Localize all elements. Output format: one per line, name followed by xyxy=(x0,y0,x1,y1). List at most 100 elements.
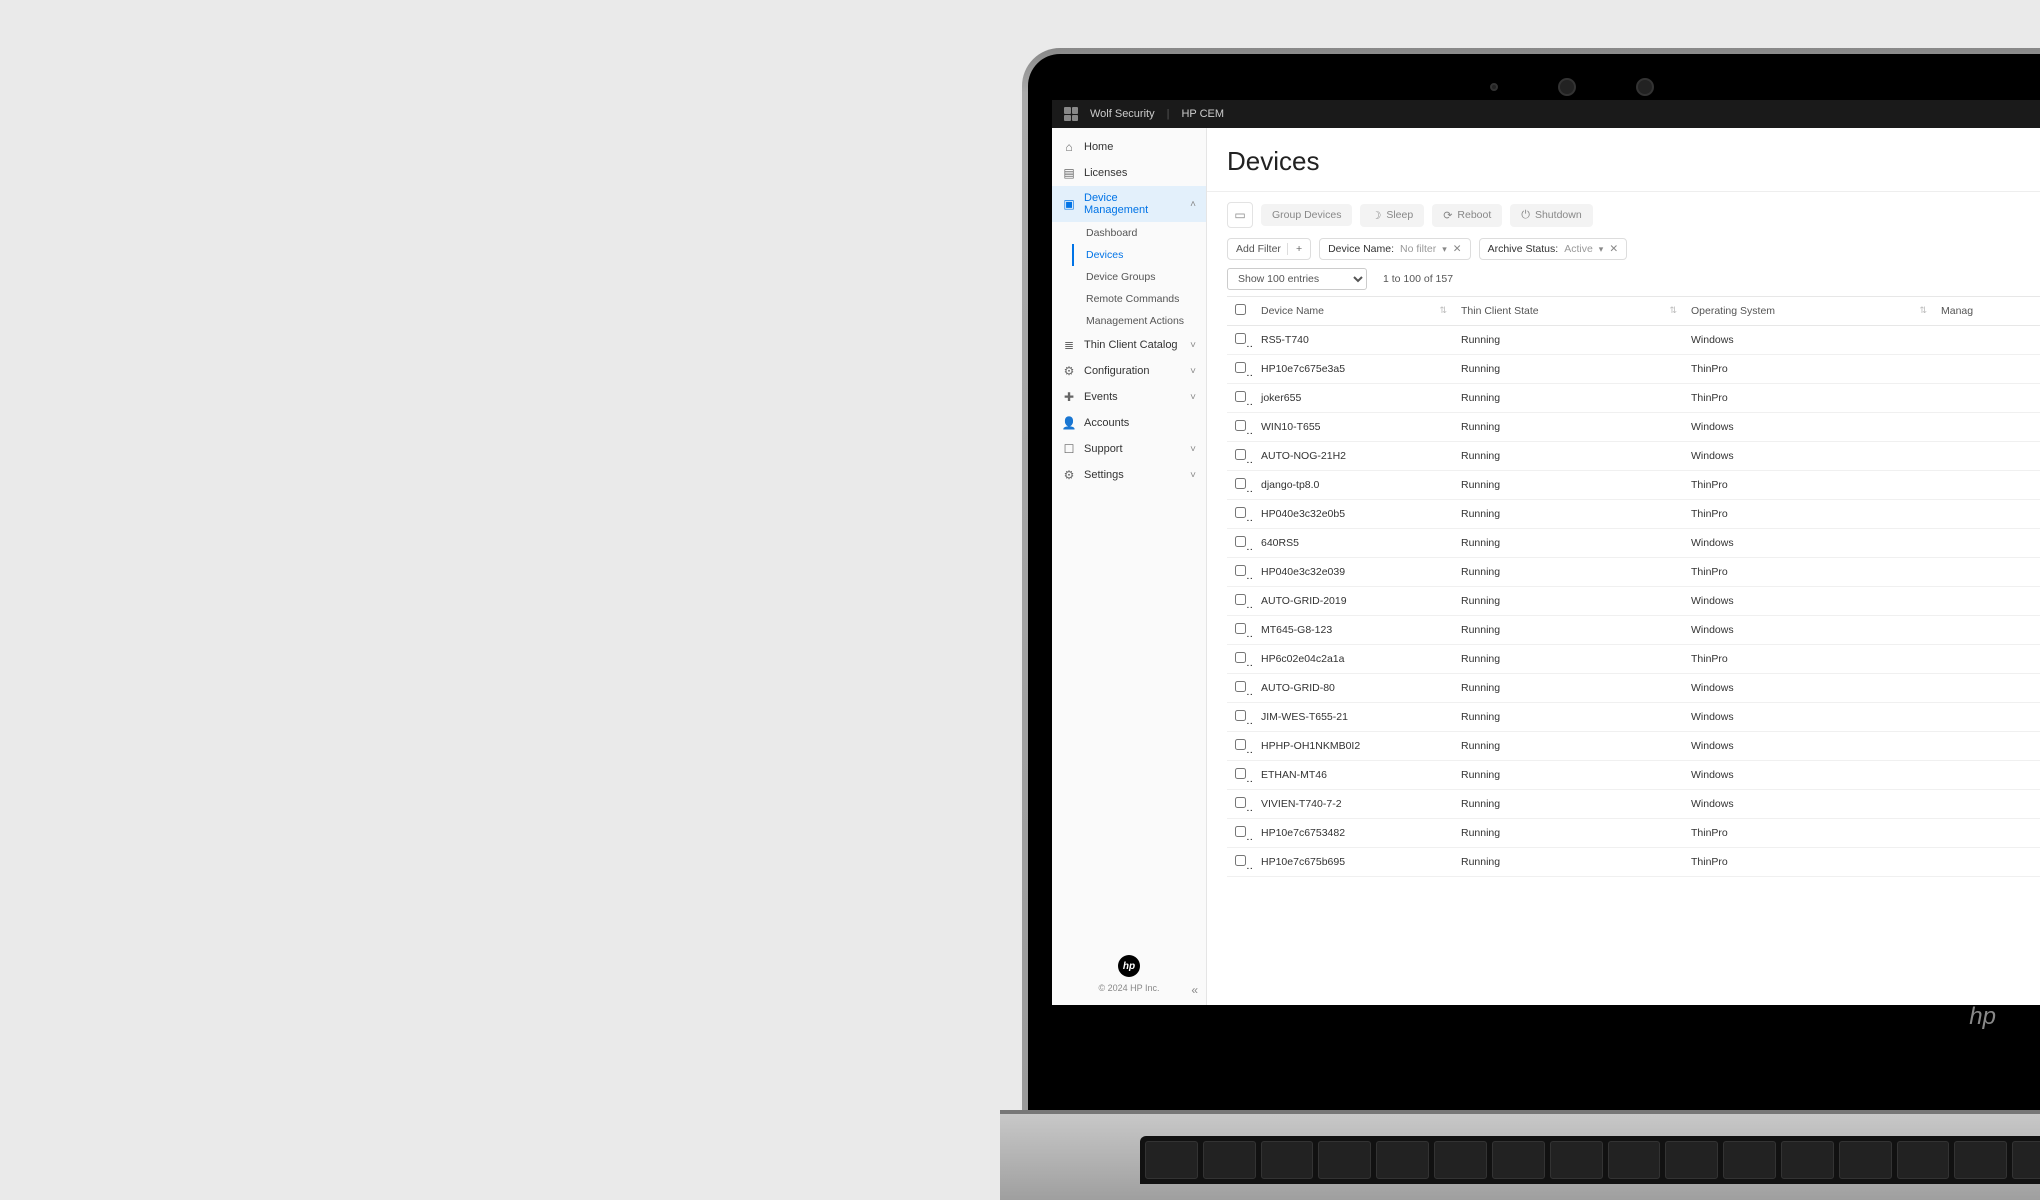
row-checkbox[interactable] xyxy=(1227,790,1253,819)
table-row[interactable]: VIVIEN-T740-7-2RunningWindows xyxy=(1227,790,2040,819)
sidebar-subitem-management-actions[interactable]: Management Actions xyxy=(1072,310,1206,332)
row-checkbox[interactable] xyxy=(1227,616,1253,645)
table-row[interactable]: JIM-WES-T655-21RunningWindows xyxy=(1227,703,2040,732)
filter-chip[interactable]: Device Name: No filter▾✕ xyxy=(1319,238,1470,260)
close-icon[interactable]: ✕ xyxy=(1453,243,1462,255)
cell-manag xyxy=(1933,703,2040,732)
devices-table: Device Name⇅ Thin Client State⇅ Operatin… xyxy=(1227,296,2040,877)
license-icon: ▤ xyxy=(1062,166,1076,180)
row-checkbox[interactable] xyxy=(1227,587,1253,616)
table-row[interactable]: django-tp8.0RunningThinPro xyxy=(1227,471,2040,500)
brand-app-2[interactable]: HP CEM xyxy=(1181,108,1224,120)
sidebar-subitem-dashboard[interactable]: Dashboard xyxy=(1072,222,1206,244)
select-all-header[interactable] xyxy=(1227,297,1253,326)
brand-app-1[interactable]: Wolf Security xyxy=(1090,108,1155,120)
row-checkbox[interactable] xyxy=(1227,355,1253,384)
table-row[interactable]: WIN10-T655RunningWindows xyxy=(1227,413,2040,442)
cell-os: ThinPro xyxy=(1683,819,1933,848)
cell-os: ThinPro xyxy=(1683,384,1933,413)
cell-manag xyxy=(1933,442,2040,471)
sidebar-collapse-icon[interactable]: « xyxy=(1191,983,1198,997)
table-row[interactable]: HPHP-OH1NKMB0I2RunningWindows xyxy=(1227,732,2040,761)
cell-device-name: AUTO-GRID-2019 xyxy=(1253,587,1453,616)
top-bar: Wolf Security | HP CEM xyxy=(1052,100,2040,128)
sidebar-footer: hp © 2024 HP Inc. « xyxy=(1052,943,1206,1005)
sidebar-item-accounts[interactable]: 👤Accounts xyxy=(1052,410,1206,436)
row-checkbox[interactable] xyxy=(1227,413,1253,442)
table-row[interactable]: AUTO-GRID-80RunningWindows xyxy=(1227,674,2040,703)
sidebar-item-configuration[interactable]: ⚙Configuration˅ xyxy=(1052,358,1206,384)
col-state[interactable]: Thin Client State⇅ xyxy=(1453,297,1683,326)
sidebar-item-device-management[interactable]: ▣Device Management˄ xyxy=(1052,186,1206,222)
row-checkbox[interactable] xyxy=(1227,326,1253,355)
sidebar-item-thin-client-catalog[interactable]: ≣Thin Client Catalog˅ xyxy=(1052,332,1206,358)
row-checkbox[interactable] xyxy=(1227,471,1253,500)
row-checkbox[interactable] xyxy=(1227,529,1253,558)
plus-icon: + xyxy=(1287,243,1302,255)
row-checkbox[interactable] xyxy=(1227,384,1253,413)
sidebar-item-settings[interactable]: ⚙Settings˅ xyxy=(1052,462,1206,488)
sidebar-subitem-devices[interactable]: Devices xyxy=(1072,244,1206,266)
col-device-name[interactable]: Device Name⇅ xyxy=(1253,297,1453,326)
sidebar-item-events[interactable]: ✚Events˅ xyxy=(1052,384,1206,410)
table-row[interactable]: HP10e7c675e3a5RunningThinPro xyxy=(1227,355,2040,384)
add-filter-button[interactable]: Add Filter + xyxy=(1227,238,1311,260)
row-checkbox[interactable] xyxy=(1227,442,1253,471)
row-checkbox[interactable] xyxy=(1227,674,1253,703)
table-row[interactable]: joker655RunningThinPro xyxy=(1227,384,2040,413)
table-row[interactable]: HP040e3c32e0b5RunningThinPro xyxy=(1227,500,2040,529)
cell-os: ThinPro xyxy=(1683,558,1933,587)
row-checkbox[interactable] xyxy=(1227,732,1253,761)
cell-os: Windows xyxy=(1683,413,1933,442)
table-row[interactable]: AUTO-GRID-2019RunningWindows xyxy=(1227,587,2040,616)
sleep-button[interactable]: ☽ Sleep xyxy=(1360,204,1424,227)
table-row[interactable]: HP040e3c32e039RunningThinPro xyxy=(1227,558,2040,587)
filter-chip[interactable]: Archive Status: Active▾✕ xyxy=(1479,238,1628,260)
sidebar-item-home[interactable]: ⌂Home xyxy=(1052,134,1206,160)
card-view-icon[interactable]: ▭ xyxy=(1227,202,1253,228)
table-row[interactable]: 640RS5RunningWindows xyxy=(1227,529,2040,558)
cell-manag xyxy=(1933,732,2040,761)
apps-icon[interactable] xyxy=(1064,107,1078,121)
cell-state: Running xyxy=(1453,500,1683,529)
support-icon: ☐ xyxy=(1062,442,1076,456)
cell-state: Running xyxy=(1453,442,1683,471)
entries-select[interactable]: Show 100 entries xyxy=(1227,268,1367,290)
cell-os: ThinPro xyxy=(1683,500,1933,529)
sidebar-item-label: Support xyxy=(1084,443,1182,455)
close-icon[interactable]: ✕ xyxy=(1609,243,1618,255)
row-checkbox[interactable] xyxy=(1227,500,1253,529)
cell-os: ThinPro xyxy=(1683,471,1933,500)
row-checkbox[interactable] xyxy=(1227,761,1253,790)
sidebar-subitem-device-groups[interactable]: Device Groups xyxy=(1072,266,1206,288)
table-row[interactable]: RS5-T740RunningWindows xyxy=(1227,326,2040,355)
table-row[interactable]: HP10e7c675b695RunningThinPro xyxy=(1227,848,2040,877)
sidebar-item-licenses[interactable]: ▤ Licenses xyxy=(1052,160,1206,186)
cell-state: Running xyxy=(1453,355,1683,384)
cell-manag xyxy=(1933,471,2040,500)
sidebar-item-support[interactable]: ☐Support˅ xyxy=(1052,436,1206,462)
row-checkbox[interactable] xyxy=(1227,819,1253,848)
table-row[interactable]: MT645-G8-123RunningWindows xyxy=(1227,616,2040,645)
col-os[interactable]: Operating System⇅ xyxy=(1683,297,1933,326)
shutdown-button[interactable]: ⏻ Shutdown xyxy=(1510,204,1592,227)
row-checkbox[interactable] xyxy=(1227,848,1253,877)
sidebar-item-label: Licenses xyxy=(1084,167,1196,179)
cell-os: Windows xyxy=(1683,732,1933,761)
col-manag[interactable]: Manag xyxy=(1933,297,2040,326)
table-row[interactable]: HP10e7c6753482RunningThinPro xyxy=(1227,819,2040,848)
row-checkbox[interactable] xyxy=(1227,645,1253,674)
table-row[interactable]: AUTO-NOG-21H2RunningWindows xyxy=(1227,442,2040,471)
table-row[interactable]: ETHAN-MT46RunningWindows xyxy=(1227,761,2040,790)
row-checkbox[interactable] xyxy=(1227,703,1253,732)
row-checkbox[interactable] xyxy=(1227,558,1253,587)
group-devices-button[interactable]: Group Devices xyxy=(1261,204,1352,226)
cell-device-name: ETHAN-MT46 xyxy=(1253,761,1453,790)
sidebar: ⌂Home ▤ Licenses ▣Device Management˄Dashboa… xyxy=(1052,128,1207,1005)
sidebar-subitem-remote-commands[interactable]: Remote Commands xyxy=(1072,288,1206,310)
reboot-button[interactable]: ⟳ Reboot xyxy=(1432,204,1502,227)
sidebar-item-label: Configuration xyxy=(1084,365,1182,377)
table-row[interactable]: HP6c02e04c2a1aRunningThinPro xyxy=(1227,645,2040,674)
copyright: © 2024 HP Inc. xyxy=(1064,983,1194,993)
filter-chip-label: Archive Status: xyxy=(1488,243,1559,255)
